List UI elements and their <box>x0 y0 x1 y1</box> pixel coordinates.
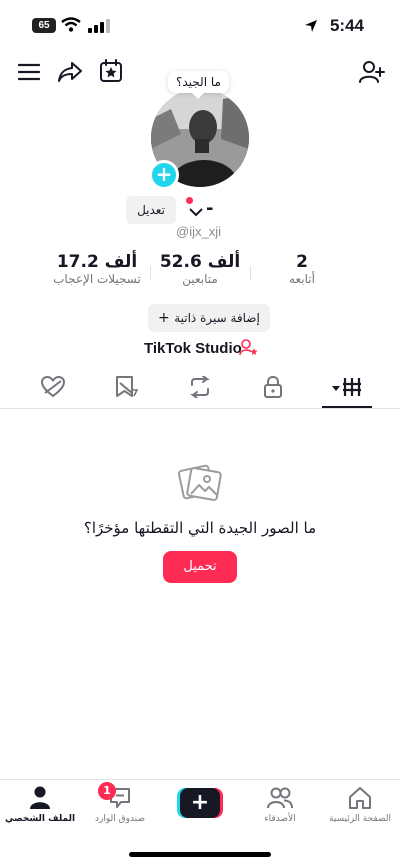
stat-divider <box>150 266 151 280</box>
nav-label: الأصدقاء <box>264 814 296 824</box>
videos-grid-icon <box>330 376 364 402</box>
nav-label: صندوق الوارد <box>94 814 146 824</box>
divider <box>0 779 400 780</box>
tab-liked[interactable] <box>33 374 73 404</box>
stat-label: تسجيلات الإعجاب <box>53 272 141 286</box>
favorites-icon <box>114 376 139 402</box>
display-name: - <box>206 198 214 219</box>
home-icon <box>348 786 372 814</box>
stat-divider <box>250 266 251 280</box>
home-indicator <box>129 852 271 857</box>
username: @ijx_xji <box>176 224 221 239</box>
nav-profile[interactable]: الملف الشخصي <box>0 786 80 830</box>
empty-state-title: ما الصور الجيدة التي التقطتها مؤخرًا؟ <box>83 519 317 537</box>
studio-label: TikTok Studio <box>144 340 242 357</box>
inbox-badge: 1 <box>98 782 116 800</box>
edit-profile-button[interactable]: تعديل <box>126 196 176 224</box>
nav-label: الصفحة الرئيسية <box>328 814 392 824</box>
stat-value: 52.6 ألف <box>159 252 241 272</box>
upload-button[interactable]: تحميل <box>163 551 237 583</box>
chevron-down-icon[interactable] <box>189 202 203 221</box>
signal-icon <box>88 18 110 37</box>
repost-icon <box>188 375 212 402</box>
nav-label: الملف الشخصي <box>4 814 76 824</box>
note-bubble[interactable]: ما الجيد؟ <box>168 71 229 99</box>
nav-home[interactable]: الصفحة الرئيسية <box>320 786 400 830</box>
lock-icon <box>263 375 283 402</box>
tab-favorites[interactable] <box>106 374 146 404</box>
stat-followers[interactable]: 52.6 ألف متابعين <box>150 252 250 286</box>
creator-icon <box>239 339 259 361</box>
stat-value: 2 <box>296 252 308 272</box>
create-plus-icon: + <box>177 788 223 818</box>
stat-label: أتابعه <box>289 272 315 286</box>
tab-videos[interactable] <box>327 374 367 404</box>
photos-icon <box>177 460 223 508</box>
friends-icon <box>267 787 293 813</box>
add-bio-button[interactable]: + إضافة سيرة ذاتية <box>148 304 270 332</box>
nav-inbox[interactable]: صندوق الوارد <box>80 786 160 830</box>
location-icon <box>304 18 318 37</box>
stat-value: 17.2 ألف <box>56 252 138 272</box>
divider <box>0 408 400 409</box>
add-bio-label: إضافة سيرة ذاتية <box>174 311 260 325</box>
tiktok-studio-link[interactable]: TikTok Studio <box>144 340 242 357</box>
tab-reposts[interactable] <box>180 374 220 404</box>
profile-icon <box>29 786 51 814</box>
stat-likes[interactable]: 17.2 ألف تسجيلات الإعجاب <box>44 252 150 286</box>
stat-following[interactable]: 2 أتابعه <box>262 252 342 286</box>
plus-icon: + <box>158 310 175 326</box>
liked-icon <box>40 375 66 402</box>
menu-icon[interactable] <box>17 60 41 84</box>
tab-private[interactable] <box>253 374 293 404</box>
battery-indicator: 65 <box>32 18 56 33</box>
wifi-icon <box>61 17 81 36</box>
status-time: 5:44 <box>329 16 364 35</box>
create-button[interactable]: + <box>177 788 223 818</box>
calendar-star-icon[interactable] <box>98 58 124 84</box>
add-user-icon[interactable] <box>358 58 386 86</box>
add-avatar-button[interactable]: + <box>149 160 179 190</box>
stat-label: متابعين <box>182 272 218 286</box>
share-icon[interactable] <box>56 58 84 86</box>
nav-friends[interactable]: الأصدقاء <box>240 786 320 830</box>
